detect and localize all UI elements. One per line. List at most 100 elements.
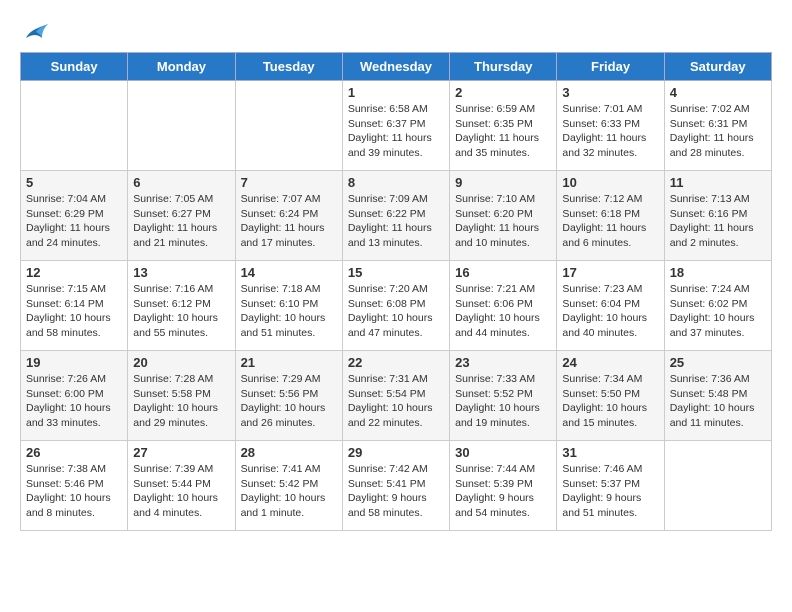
day-info: Sunrise: 7:15 AM Sunset: 6:14 PM Dayligh…: [26, 282, 122, 341]
calendar-cell: 5Sunrise: 7:04 AM Sunset: 6:29 PM Daylig…: [21, 171, 128, 261]
day-info: Sunrise: 6:59 AM Sunset: 6:35 PM Dayligh…: [455, 102, 551, 161]
calendar-cell: [21, 81, 128, 171]
calendar-week-row: 1 Sunrise: 6:58 AM Sunset: 6:37 PM Daylig…: [21, 81, 772, 171]
calendar-cell: 18 Sunrise: 7:24 AM Sunset: 6:02 PM Dayli…: [664, 261, 771, 351]
day-info: Sunrise: 7:12 AM Sunset: 6:18 PM Dayligh…: [562, 192, 658, 251]
calendar-cell: 23 Sunrise: 7:33 AM Sunset: 5:52 PM Dayli…: [450, 351, 557, 441]
day-number: 8: [348, 175, 444, 190]
calendar-cell: 7 Sunrise: 7:07 AM Sunset: 6:24 PM Daylig…: [235, 171, 342, 261]
weekday-header-monday: Monday: [128, 53, 235, 81]
weekday-header-wednesday: Wednesday: [342, 53, 449, 81]
day-info: Sunrise: 7:07 AM Sunset: 6:24 PM Dayligh…: [241, 192, 337, 251]
calendar-cell: 3 Sunrise: 7:01 AM Sunset: 6:33 PM Daylig…: [557, 81, 664, 171]
day-number: 1: [348, 85, 444, 100]
day-info: Sunrise: 7:29 AM Sunset: 5:56 PM Dayligh…: [241, 372, 337, 431]
day-number: 19: [26, 355, 122, 370]
calendar-table: SundayMondayTuesdayWednesdayThursdayFrid…: [20, 52, 772, 531]
day-number: 18: [670, 265, 766, 280]
calendar-cell: 19Sunrise: 7:26 AM Sunset: 6:00 PM Dayli…: [21, 351, 128, 441]
calendar-cell: 22Sunrise: 7:31 AM Sunset: 5:54 PM Dayli…: [342, 351, 449, 441]
logo-bird-icon: [22, 20, 50, 42]
day-info: Sunrise: 7:39 AM Sunset: 5:44 PM Dayligh…: [133, 462, 229, 521]
calendar-cell: 26Sunrise: 7:38 AM Sunset: 5:46 PM Dayli…: [21, 441, 128, 531]
day-info: Sunrise: 7:46 AM Sunset: 5:37 PM Dayligh…: [562, 462, 658, 521]
day-number: 11: [670, 175, 766, 190]
day-number: 7: [241, 175, 337, 190]
day-number: 24: [562, 355, 658, 370]
calendar-cell: [128, 81, 235, 171]
day-number: 21: [241, 355, 337, 370]
day-number: 14: [241, 265, 337, 280]
calendar-cell: 12 Sunrise: 7:15 AM Sunset: 6:14 PM Dayli…: [21, 261, 128, 351]
day-number: 20: [133, 355, 229, 370]
calendar-cell: 11 Sunrise: 7:13 AM Sunset: 6:16 PM Dayli…: [664, 171, 771, 261]
weekday-header-tuesday: Tuesday: [235, 53, 342, 81]
day-number: 3: [562, 85, 658, 100]
day-number: 12: [26, 265, 122, 280]
weekday-header-row: SundayMondayTuesdayWednesdayThursdayFrid…: [21, 53, 772, 81]
day-number: 10: [562, 175, 658, 190]
calendar-cell: 21 Sunrise: 7:29 AM Sunset: 5:56 PM Dayli…: [235, 351, 342, 441]
day-info: Sunrise: 7:33 AM Sunset: 5:52 PM Dayligh…: [455, 372, 551, 431]
calendar-cell: [235, 81, 342, 171]
calendar-cell: 1 Sunrise: 6:58 AM Sunset: 6:37 PM Daylig…: [342, 81, 449, 171]
weekday-header-friday: Friday: [557, 53, 664, 81]
day-info: Sunrise: 7:36 AM Sunset: 5:48 PM Dayligh…: [670, 372, 766, 431]
day-info: Sunrise: 7:16 AM Sunset: 6:12 PM Dayligh…: [133, 282, 229, 341]
day-info: Sunrise: 7:18 AM Sunset: 6:10 PM Dayligh…: [241, 282, 337, 341]
day-number: 9: [455, 175, 551, 190]
day-info: Sunrise: 7:01 AM Sunset: 6:33 PM Dayligh…: [562, 102, 658, 161]
day-info: Sunrise: 6:58 AM Sunset: 6:37 PM Dayligh…: [348, 102, 444, 161]
day-number: 2: [455, 85, 551, 100]
calendar-cell: 2 Sunrise: 6:59 AM Sunset: 6:35 PM Daylig…: [450, 81, 557, 171]
calendar-cell: 31 Sunrise: 7:46 AM Sunset: 5:37 PM Dayli…: [557, 441, 664, 531]
day-info: Sunrise: 7:42 AM Sunset: 5:41 PM Dayligh…: [348, 462, 444, 521]
calendar-cell: 17 Sunrise: 7:23 AM Sunset: 6:04 PM Dayli…: [557, 261, 664, 351]
calendar-cell: [664, 441, 771, 531]
weekday-header-thursday: Thursday: [450, 53, 557, 81]
day-number: 17: [562, 265, 658, 280]
day-number: 22: [348, 355, 444, 370]
day-info: Sunrise: 7:09 AM Sunset: 6:22 PM Dayligh…: [348, 192, 444, 251]
day-number: 25: [670, 355, 766, 370]
day-number: 30: [455, 445, 551, 460]
calendar-cell: 15Sunrise: 7:20 AM Sunset: 6:08 PM Dayli…: [342, 261, 449, 351]
day-number: 6: [133, 175, 229, 190]
calendar-cell: 28 Sunrise: 7:41 AM Sunset: 5:42 PM Dayli…: [235, 441, 342, 531]
day-info: Sunrise: 7:34 AM Sunset: 5:50 PM Dayligh…: [562, 372, 658, 431]
weekday-header-sunday: Sunday: [21, 53, 128, 81]
day-number: 23: [455, 355, 551, 370]
calendar-cell: 20Sunrise: 7:28 AM Sunset: 5:58 PM Dayli…: [128, 351, 235, 441]
calendar-cell: 14 Sunrise: 7:18 AM Sunset: 6:10 PM Dayli…: [235, 261, 342, 351]
calendar-cell: 16 Sunrise: 7:21 AM Sunset: 6:06 PM Dayli…: [450, 261, 557, 351]
day-info: Sunrise: 7:21 AM Sunset: 6:06 PM Dayligh…: [455, 282, 551, 341]
day-info: Sunrise: 7:24 AM Sunset: 6:02 PM Dayligh…: [670, 282, 766, 341]
calendar-cell: 27Sunrise: 7:39 AM Sunset: 5:44 PM Dayli…: [128, 441, 235, 531]
day-info: Sunrise: 7:41 AM Sunset: 5:42 PM Dayligh…: [241, 462, 337, 521]
day-info: Sunrise: 7:13 AM Sunset: 6:16 PM Dayligh…: [670, 192, 766, 251]
day-info: Sunrise: 7:44 AM Sunset: 5:39 PM Dayligh…: [455, 462, 551, 521]
calendar-cell: 6Sunrise: 7:05 AM Sunset: 6:27 PM Daylig…: [128, 171, 235, 261]
calendar-week-row: 12 Sunrise: 7:15 AM Sunset: 6:14 PM Dayli…: [21, 261, 772, 351]
day-info: Sunrise: 7:20 AM Sunset: 6:08 PM Dayligh…: [348, 282, 444, 341]
calendar-cell: 30 Sunrise: 7:44 AM Sunset: 5:39 PM Dayli…: [450, 441, 557, 531]
day-number: 31: [562, 445, 658, 460]
calendar-cell: 25 Sunrise: 7:36 AM Sunset: 5:48 PM Dayli…: [664, 351, 771, 441]
calendar-cell: 29 Sunrise: 7:42 AM Sunset: 5:41 PM Dayli…: [342, 441, 449, 531]
day-info: Sunrise: 7:10 AM Sunset: 6:20 PM Dayligh…: [455, 192, 551, 251]
calendar-cell: 13Sunrise: 7:16 AM Sunset: 6:12 PM Dayli…: [128, 261, 235, 351]
calendar-cell: 8 Sunrise: 7:09 AM Sunset: 6:22 PM Daylig…: [342, 171, 449, 261]
day-info: Sunrise: 7:23 AM Sunset: 6:04 PM Dayligh…: [562, 282, 658, 341]
day-number: 4: [670, 85, 766, 100]
day-info: Sunrise: 7:02 AM Sunset: 6:31 PM Dayligh…: [670, 102, 766, 161]
day-number: 29: [348, 445, 444, 460]
calendar-week-row: 19Sunrise: 7:26 AM Sunset: 6:00 PM Dayli…: [21, 351, 772, 441]
calendar-week-row: 5Sunrise: 7:04 AM Sunset: 6:29 PM Daylig…: [21, 171, 772, 261]
day-info: Sunrise: 7:38 AM Sunset: 5:46 PM Dayligh…: [26, 462, 122, 521]
logo: [20, 20, 50, 42]
day-number: 16: [455, 265, 551, 280]
calendar-cell: 4 Sunrise: 7:02 AM Sunset: 6:31 PM Daylig…: [664, 81, 771, 171]
calendar-cell: 10 Sunrise: 7:12 AM Sunset: 6:18 PM Dayli…: [557, 171, 664, 261]
day-number: 28: [241, 445, 337, 460]
calendar-cell: 9 Sunrise: 7:10 AM Sunset: 6:20 PM Daylig…: [450, 171, 557, 261]
